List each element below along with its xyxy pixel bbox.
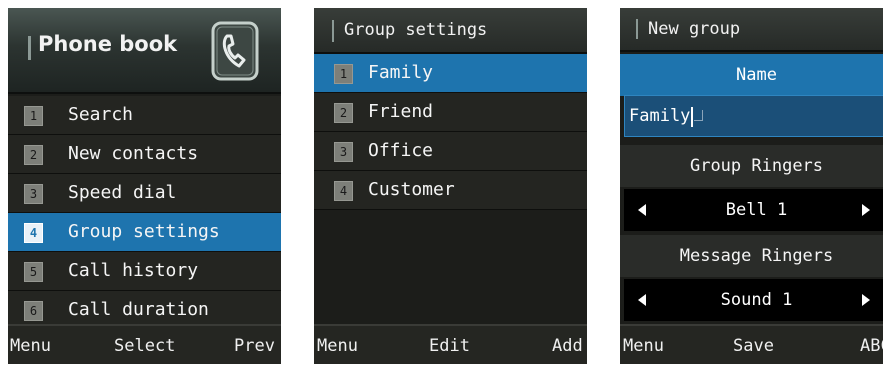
group-ringers-label: Group Ringers	[620, 145, 883, 187]
menu-item-new-contacts[interactable]: 2 New contacts	[8, 135, 281, 174]
item-label: Call duration	[68, 299, 209, 320]
softkey-menu[interactable]: Menu	[10, 336, 51, 356]
item-number: 6	[24, 301, 43, 321]
item-label: Speed dial	[68, 182, 177, 203]
new-group-header: New group	[620, 8, 883, 52]
group-name-value: Family	[629, 106, 691, 126]
item-number: 1	[334, 64, 353, 84]
return-icon	[694, 110, 703, 121]
message-ringers-label: Message Ringers	[620, 235, 883, 277]
item-number: 4	[24, 223, 43, 243]
softkey-bar: Menu Save ABC	[620, 324, 883, 364]
menu-item-speed-dial[interactable]: 3 Speed dial	[8, 174, 281, 213]
text-cursor	[691, 107, 693, 127]
softkey-select[interactable]: Select	[114, 336, 175, 356]
phone-book-menu: 1 Search 2 New contacts 3 Speed dial 4 G…	[8, 96, 281, 330]
softkey-add[interactable]: Add	[552, 336, 583, 356]
item-number: 3	[24, 184, 43, 204]
item-label: Call history	[68, 260, 199, 281]
page-title: New group	[648, 19, 741, 39]
item-number: 5	[24, 262, 43, 282]
item-label: New contacts	[68, 143, 199, 164]
menu-item-search[interactable]: 1 Search	[8, 96, 281, 135]
group-settings-header: Group settings	[314, 8, 587, 54]
phone-book-header: Phone book	[8, 8, 281, 94]
item-label: Customer	[368, 179, 455, 200]
message-ringers-selector[interactable]: Sound 1	[624, 279, 883, 321]
menu-item-call-history[interactable]: 5 Call history	[8, 252, 281, 291]
item-label: Group settings	[68, 221, 220, 242]
menu-item-group-settings[interactable]: 4 Group settings	[8, 213, 281, 252]
softkey-bar: Menu Select Prev	[8, 324, 281, 364]
group-list: 1 Family 2 Friend 3 Office 4 Customer	[314, 54, 587, 210]
item-number: 4	[334, 181, 353, 201]
name-label: Name	[620, 54, 883, 96]
item-label: Friend	[368, 101, 434, 122]
item-label: Office	[368, 140, 434, 161]
softkey-bar: Menu Edit Add	[314, 324, 587, 364]
group-name-input[interactable]: Family	[624, 95, 883, 137]
group-item-friend[interactable]: 2 Friend	[314, 93, 587, 132]
page-title: Phone book	[38, 32, 178, 56]
arrow-right-icon[interactable]	[862, 294, 870, 306]
item-label: Family	[368, 62, 434, 83]
item-number: 2	[334, 103, 353, 123]
phone-book-screen: Phone book 1 Search 2 New contacts 3 Spe…	[8, 8, 281, 364]
phone-book-icon	[211, 21, 259, 81]
item-number: 1	[24, 106, 43, 126]
softkey-edit[interactable]: Edit	[429, 336, 470, 356]
header-accent-bar	[332, 20, 334, 42]
group-ringers-value: Bell 1	[725, 200, 788, 220]
message-ringers-value: Sound 1	[720, 290, 793, 310]
item-number: 3	[334, 142, 353, 162]
group-item-customer[interactable]: 4 Customer	[314, 171, 587, 210]
new-group-screen: New group Name Family Group Ringers Bell…	[620, 8, 883, 364]
item-label: Search	[68, 104, 134, 125]
softkey-menu[interactable]: Menu	[317, 336, 358, 356]
group-item-family[interactable]: 1 Family	[314, 54, 587, 93]
arrow-right-icon[interactable]	[862, 204, 870, 216]
header-accent-bar	[636, 19, 638, 39]
group-ringers-selector[interactable]: Bell 1	[624, 189, 883, 231]
page-title: Group settings	[344, 20, 488, 40]
softkey-save[interactable]: Save	[733, 336, 774, 356]
item-number: 2	[24, 145, 43, 165]
softkey-abc[interactable]: ABC	[860, 336, 883, 356]
group-settings-screen: Group settings 1 Family 2 Friend 3 Offic…	[314, 8, 587, 364]
softkey-menu[interactable]: Menu	[623, 336, 664, 356]
softkey-prev[interactable]: Prev	[234, 336, 275, 356]
header-accent-bar	[28, 36, 31, 60]
group-item-office[interactable]: 3 Office	[314, 132, 587, 171]
